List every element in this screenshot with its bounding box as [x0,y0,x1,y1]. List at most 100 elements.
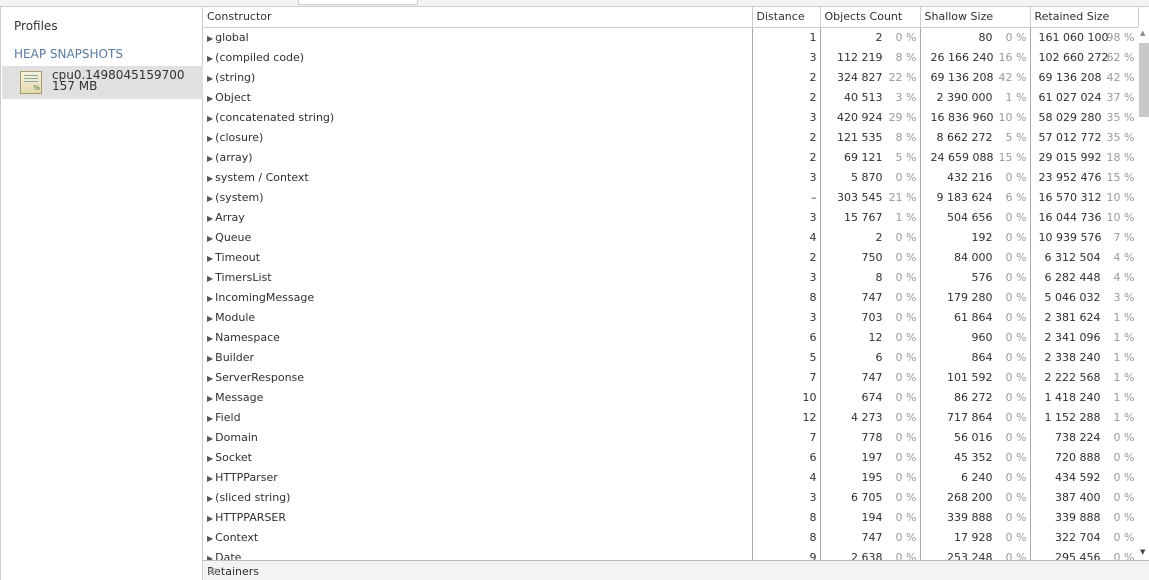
objects-count-cell: 703 0 % [820,307,921,327]
table-row[interactable]: ▶ (sliced string) 3 6 705 0 % 268 200 0 % 387 4… [203,487,1139,507]
expand-triangle-icon[interactable]: ▶ [207,474,213,483]
expand-triangle-icon[interactable]: ▶ [207,254,213,263]
shallow-size-percent: 0 % [1005,550,1027,561]
expand-triangle-icon[interactable]: ▶ [207,334,213,343]
scroll-down-icon[interactable]: ▼ [1140,548,1145,556]
expand-triangle-icon[interactable]: ▶ [207,34,213,43]
objects-count-value: 747 [861,370,883,384]
table-row[interactable]: ▶ (string) 2 324 827 22 % 69 136 208 42 % 69 13… [203,67,1139,87]
table-row[interactable]: ▶ HTTPPARSER 8 194 0 % 339 888 0 % 339 888 0 % [203,507,1139,527]
table-row[interactable]: ▶ Context 8 747 0 % 17 928 0 % 322 704 0 % [203,527,1139,547]
table-row[interactable]: ▶ (system) –303 545 21 % 9 183 624 6 % 16 570 … [203,187,1139,207]
expand-triangle-icon[interactable]: ▶ [207,394,213,403]
header-constructor[interactable]: Constructor [203,7,753,28]
header-distance[interactable]: Distance [752,7,821,28]
scrollbar-thumb[interactable] [1139,43,1149,117]
shallow-size-cell: 504 656 0 % [920,207,1031,227]
shallow-size-cell: 80 0 % [920,27,1031,47]
retained-size-cell: 6 312 504 4 % [1030,247,1139,267]
expand-triangle-icon[interactable]: ▶ [207,74,213,83]
table-row[interactable]: ▶ Object 2 40 513 3 % 2 390 000 1 % 61 027 024 3… [203,87,1139,107]
shallow-size-cell: 101 592 0 % [920,367,1031,387]
table-row[interactable]: ▶ Builder 5 6 0 % 864 0 % 2 338 240 1 % [203,347,1139,367]
table-row[interactable]: ▶ Array 3 15 767 1 % 504 656 0 % 16 044 736 10 % [203,207,1139,227]
expand-triangle-icon[interactable]: ▶ [207,494,213,503]
distance-cell: 7 [752,367,821,387]
table-row[interactable]: ▶ Date 9 2 638 0 % 253 248 0 % 295 456 0 % [203,547,1139,561]
shallow-size-percent: 0 % [1005,270,1027,284]
table-row[interactable]: ▶ (array) 2 69 121 5 % 24 659 088 15 % 29 015 9… [203,147,1139,167]
expand-triangle-icon[interactable]: ▶ [207,274,213,283]
header-shallow-size[interactable]: Shallow Size [920,7,1031,28]
table-row[interactable]: ▶ system / Context 3 5 870 0 % 432 216 0 % 23 9… [203,167,1139,187]
objects-count-value: 8 [875,270,883,284]
constructor-name: Builder [215,350,255,364]
table-row[interactable]: ▶ HTTPParser 4 195 0 % 6 240 0 % 434 592 0 % [203,467,1139,487]
objects-count-value: 778 [861,430,883,444]
retainers-panel[interactable]: Retainers ≡ [203,560,1149,580]
shallow-size-cell: 192 0 % [920,227,1031,247]
retained-size-value: 434 592 [1055,470,1101,484]
table-row[interactable]: ▶ Socket 6 197 0 % 45 352 0 % 720 888 0 % [203,447,1139,467]
snapshot-item[interactable]: % cpu0.1498045159700 157 MB [2,66,203,99]
header-objects-count[interactable]: Objects Count [820,7,921,28]
expand-triangle-icon[interactable]: ▶ [207,294,213,303]
shallow-size-cell: 864 0 % [920,347,1031,367]
expand-triangle-icon[interactable]: ▶ [207,134,213,143]
expand-triangle-icon[interactable]: ▶ [207,94,213,103]
expand-triangle-icon[interactable]: ▶ [207,174,213,183]
objects-count-value: 750 [861,250,883,264]
distance-cell: 3 [752,167,821,187]
expand-triangle-icon[interactable]: ▶ [207,374,213,383]
table-row[interactable]: ▶ (concatenated string) 3 420 924 29 % 16 836… [203,107,1139,127]
expand-triangle-icon[interactable]: ▶ [207,194,213,203]
table-row[interactable]: ▶ ServerResponse 7 747 0 % 101 592 0 % 2 222 56… [203,367,1139,387]
shallow-size-percent: 0 % [1005,370,1027,384]
class-filter-input[interactable] [298,0,418,5]
expand-triangle-icon[interactable]: ▶ [207,214,213,223]
shallow-size-percent: 0 % [1005,170,1027,184]
objects-count-cell: 69 121 5 % [820,147,921,167]
table-row[interactable]: ▶ Domain 7 778 0 % 56 016 0 % 738 224 0 % [203,427,1139,447]
table-row[interactable]: ▶ global 1 2 0 % 80 0 % 161 060 10098 % [203,27,1139,47]
expand-triangle-icon[interactable]: ▶ [207,234,213,243]
objects-count-percent: 0 % [895,550,917,561]
expand-triangle-icon[interactable]: ▶ [207,534,213,543]
scroll-up-icon[interactable]: ▲ [1140,29,1145,37]
table-row[interactable]: ▶ Timeout 2 750 0 % 84 000 0 % 6 312 504 4 % [203,247,1139,267]
expand-triangle-icon[interactable]: ▶ [207,514,213,523]
expand-triangle-icon[interactable]: ▶ [207,314,213,323]
expand-triangle-icon[interactable]: ▶ [207,434,213,443]
table-scrollbar[interactable]: ▲ ▼ [1138,27,1149,560]
shallow-size-cell: 84 000 0 % [920,247,1031,267]
table-row[interactable]: ▶ Namespace 6 12 0 % 960 0 % 2 341 096 1 % [203,327,1139,347]
expand-triangle-icon[interactable]: ▶ [207,354,213,363]
expand-triangle-icon[interactable]: ▶ [207,454,213,463]
shallow-size-percent: 0 % [1005,330,1027,344]
constructor-cell: ▶ Timeout [203,247,753,267]
header-retained-size[interactable]: Retained Size [1030,7,1139,28]
objects-count-percent: 8 % [895,50,917,64]
constructor-name: ServerResponse [215,370,305,384]
objects-count-value: 4 273 [851,410,883,424]
expand-triangle-icon[interactable]: ▶ [207,154,213,163]
resize-grip-icon[interactable]: ≡ [207,564,1147,578]
retained-size-value: 1 152 288 [1044,410,1101,424]
expand-triangle-icon[interactable]: ▶ [207,414,213,423]
shallow-size-cell: 179 280 0 % [920,287,1031,307]
table-row[interactable]: ▶ IncomingMessage 8 747 0 % 179 280 0 % 5 046 0… [203,287,1139,307]
table-row[interactable]: ▶ (closure) 2 121 535 8 % 8 662 272 5 % 57 012 … [203,127,1139,147]
expand-triangle-icon[interactable]: ▶ [207,54,213,63]
objects-count-cell: 303 545 21 % [820,187,921,207]
objects-count-cell: 747 0 % [820,287,921,307]
table-row[interactable]: ▶ Queue 4 2 0 % 192 0 % 10 939 576 7 % [203,227,1139,247]
table-row[interactable]: ▶ Message 10 674 0 % 86 272 0 % 1 418 240 1 % [203,387,1139,407]
expand-triangle-icon[interactable]: ▶ [207,114,213,123]
profiles-title: Profiles [14,19,58,33]
table-row[interactable]: ▶ TimersList 3 8 0 % 576 0 % 6 282 448 4 % [203,267,1139,287]
retained-size-cell: 2 381 624 1 % [1030,307,1139,327]
table-row[interactable]: ▶ Field 12 4 273 0 % 717 864 0 % 1 152 288 1 % [203,407,1139,427]
shallow-size-value: 16 836 960 [930,110,994,124]
table-row[interactable]: ▶ Module 3 703 0 % 61 864 0 % 2 381 624 1 % [203,307,1139,327]
table-row[interactable]: ▶ (compiled code) 3 112 219 8 % 26 166 240 16 … [203,47,1139,67]
